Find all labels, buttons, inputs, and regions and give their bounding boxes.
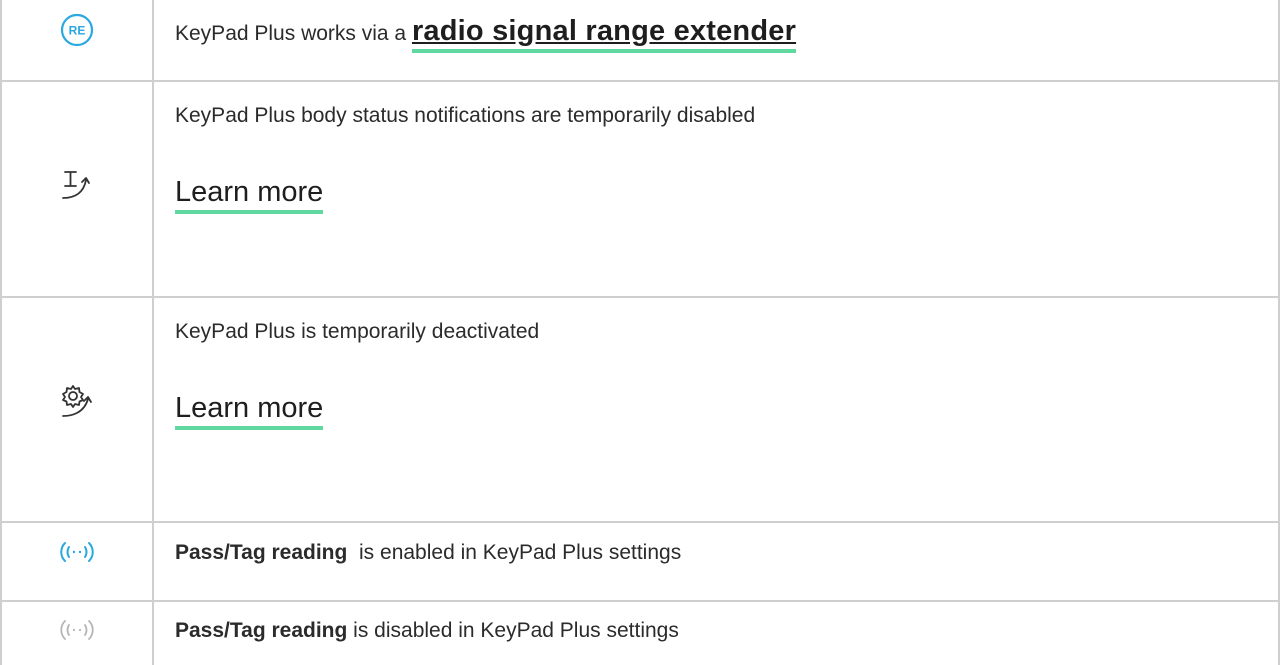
pass-tag-disabled-icon [60, 620, 94, 640]
row-text-rest: is disabled in KeyPad Plus settings [347, 619, 679, 642]
icon-cell [2, 298, 152, 506]
icon-cell [2, 602, 152, 658]
text-cell: Pass/Tag reading is disabled in KeyPad P… [175, 617, 1260, 645]
table-row: Pass/Tag reading is enabled in KeyPad Pl… [0, 523, 1280, 600]
row-text-rest: is enabled in KeyPad Plus settings [347, 541, 682, 564]
text-cell: KeyPad Plus works via a radio signal ran… [175, 14, 1260, 53]
text-cell: Pass/Tag reading is enabled in KeyPad Pl… [175, 539, 1260, 567]
status-icons-table: RE KeyPad Plus works via a radio signal … [0, 0, 1280, 665]
table-row: KeyPad Plus body status notifications ar… [0, 82, 1280, 296]
pass-tag-label: Pass/Tag reading [175, 619, 348, 642]
row-text: KeyPad Plus works via a [175, 22, 412, 45]
re-icon-label: RE [69, 24, 86, 38]
row-text: KeyPad Plus body status notifications ar… [175, 104, 756, 127]
text-cell: KeyPad Plus body status notifications ar… [175, 102, 1260, 214]
text-cell: KeyPad Plus is temporarily deactivated L… [175, 318, 1260, 430]
table-row: KeyPad Plus is temporarily deactivated L… [0, 298, 1280, 521]
range-extender-link[interactable]: radio signal range extender [411, 14, 797, 53]
row-text: Pass/Tag reading is disabled in KeyPad P… [175, 619, 679, 642]
learn-more-link[interactable]: Learn more [175, 390, 324, 430]
icon-cell [2, 523, 152, 580]
table-row: RE KeyPad Plus works via a radio signal … [0, 0, 1280, 80]
gear-deactivated-icon [62, 385, 92, 417]
row-text: KeyPad Plus is temporarily deactivated [175, 320, 540, 343]
table-row: Pass/Tag reading is disabled in KeyPad P… [0, 602, 1280, 665]
pass-tag-enabled-icon [60, 541, 94, 562]
icon-cell [2, 82, 152, 290]
pass-tag-label: Pass/Tag reading [175, 541, 348, 564]
re-range-extender-icon: RE [60, 13, 94, 47]
body-status-muted-icon [62, 171, 90, 199]
learn-more-link[interactable]: Learn more [175, 174, 324, 214]
icon-cell: RE [2, 0, 152, 60]
row-text: Pass/Tag reading is enabled in KeyPad Pl… [175, 541, 681, 564]
